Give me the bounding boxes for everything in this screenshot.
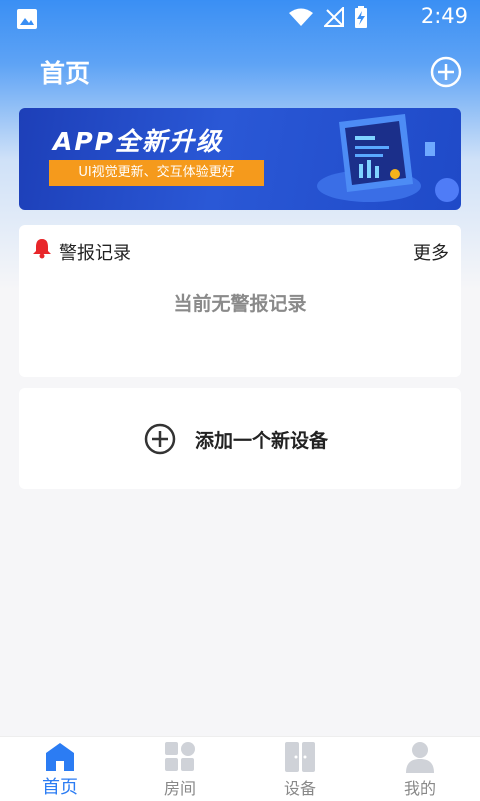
status-time: 2:49 (420, 4, 468, 28)
alarm-bell-icon (33, 239, 51, 259)
nav-label-device: 设备 (283, 779, 316, 798)
add-plus-circle-icon[interactable] (430, 56, 462, 88)
add-device-button[interactable]: 添加一个新设备 (19, 388, 461, 489)
battery-charging-icon (355, 6, 367, 28)
wifi-icon (289, 8, 313, 26)
alarm-empty-state: 当前无警报记录 (173, 293, 307, 315)
profile-icon (406, 742, 434, 773)
add-circle-icon (144, 423, 176, 455)
nav-tab-profile[interactable]: 我的 (360, 737, 480, 801)
nav-tab-device[interactable]: 设备 (240, 737, 360, 801)
nav-label-home: 首页 (42, 777, 78, 798)
nav-tab-home[interactable]: 首页 (0, 737, 120, 801)
nav-tab-room[interactable]: 房间 (120, 737, 240, 801)
nav-label-room: 房间 (163, 779, 196, 798)
banner-headline: APP全新升级 (53, 127, 223, 156)
gallery-icon (17, 9, 37, 29)
no-signal-icon (324, 7, 344, 27)
promo-banner[interactable]: APP全新升级 UI视觉更新、交互体验更好 (19, 108, 461, 210)
dashboard-illustration-icon (317, 114, 459, 202)
room-icon (165, 742, 195, 771)
banner-tagline: UI视觉更新、交互体验更好 (49, 160, 264, 186)
bottom-navigation: 首页 房间 设备 我的 (0, 736, 480, 801)
alarm-card-title: 警报记录 (59, 243, 131, 264)
device-icon (285, 742, 315, 772)
alarm-more-link[interactable]: 更多 (413, 239, 449, 265)
status-icons (288, 6, 368, 28)
add-device-label: 添加一个新设备 (195, 430, 329, 452)
page-title: 首页 (40, 59, 91, 88)
alarm-records-card: 警报记录 更多 当前无警报记录 (19, 225, 461, 377)
title-bar: 首页 (0, 52, 480, 96)
status-bar: 2:49 (0, 0, 480, 36)
home-icon (46, 743, 74, 771)
nav-label-profile: 我的 (403, 779, 436, 798)
